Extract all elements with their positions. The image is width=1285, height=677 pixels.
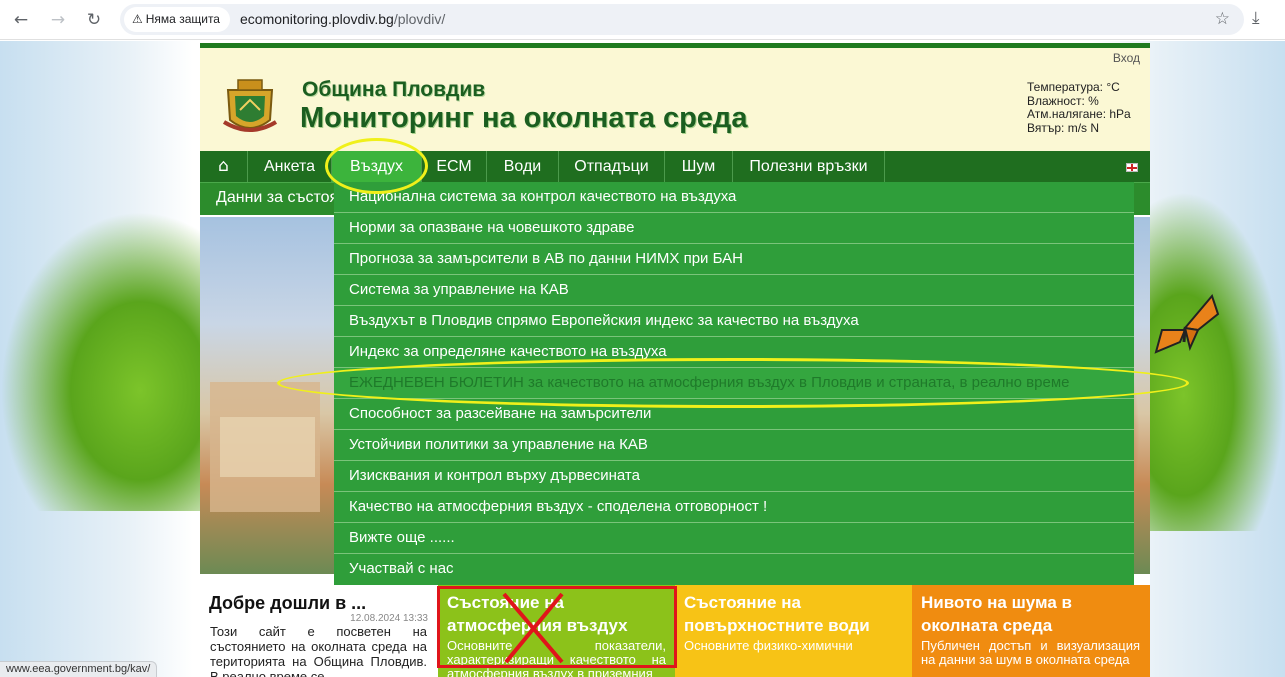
bookmark-star-icon[interactable]: ☆	[1215, 4, 1230, 35]
weather-wind: Вятър: m/s N	[1027, 120, 1100, 135]
reload-icon[interactable]: ↻	[82, 8, 106, 32]
tile-water-text: Основните физико-химични	[684, 638, 853, 653]
tile-surface-water[interactable]: Състояние на повърхностните води Основни…	[675, 585, 912, 677]
download-icon[interactable]: ⤓	[1252, 8, 1260, 28]
grass-decoration-left	[0, 211, 200, 511]
grass-decoration-right	[1140, 191, 1285, 531]
back-icon[interactable]: ←	[9, 8, 33, 32]
annotation-ellipse-nav	[325, 138, 428, 194]
dropdown-item[interactable]: Вижте още ......	[334, 523, 1134, 554]
dropdown-item[interactable]: Норми за опазване на човешкото здраве	[334, 213, 1134, 244]
security-label: Няма защита	[145, 12, 220, 26]
login-link[interactable]: Вход	[1113, 51, 1140, 65]
dropdown-item[interactable]: Въздухът в Пловдив спрямо Европейския ин…	[334, 306, 1134, 337]
address-bar[interactable]: ⚠ Няма защита ecomonitoring.plovdiv.bg/pl…	[120, 4, 1244, 35]
url-host: ecomonitoring.plovdiv.bg	[240, 11, 394, 27]
language-flag-icon[interactable]	[1126, 163, 1138, 172]
home-icon: ⌂	[218, 156, 229, 176]
dropdown-item[interactable]: Качество на атмосферния въздух - споделе…	[334, 492, 1134, 523]
forward-icon[interactable]: →	[46, 8, 70, 32]
annotation-cross-icon	[502, 592, 564, 664]
tile-noise-text: Публичен достъп и визуализация на данни …	[921, 638, 1140, 667]
city-crest-logo[interactable]	[220, 76, 280, 138]
weather-humidity: Влажност: %	[1027, 93, 1099, 108]
banner-building-facade	[220, 417, 315, 477]
nav-item-esm[interactable]: ЕСМ	[422, 151, 487, 182]
tile-water-title: Състояние на повърхностните води	[684, 593, 870, 635]
dropdown-item[interactable]: Участвай с нас	[334, 554, 1134, 585]
nav-item-otpadaci[interactable]: Отпадъци	[559, 151, 665, 182]
dropdown-item[interactable]: Изисквания и контрол върху дървесината	[334, 461, 1134, 492]
weather-pressure: Атм.налягане: hPa	[1027, 107, 1131, 121]
nav-item-polezni-vrazki[interactable]: Полезни връзки	[733, 151, 885, 182]
weather-widget: Температура: °C Влажност: % Атм.налягане…	[1027, 80, 1131, 135]
welcome-text: Този сайт е посветен на състоянието на о…	[210, 624, 427, 677]
tile-noise-title: Нивото на шума в околната среда	[921, 593, 1072, 635]
dropdown-item[interactable]: Национална система за контрол качеството…	[334, 182, 1134, 213]
security-chip[interactable]: ⚠ Няма защита	[124, 7, 230, 32]
dropdown-item[interactable]: Устойчиви политики за управление на КАВ	[334, 430, 1134, 461]
nav-item-anketa[interactable]: Анкета	[248, 151, 332, 182]
site-title: Мониторинг на околната среда	[300, 102, 748, 134]
dropdown-item[interactable]: Система за управление на КАВ	[334, 275, 1134, 306]
nav-item-shum[interactable]: Шум	[665, 151, 733, 182]
weather-temperature: Температура: °C	[1027, 80, 1120, 94]
annotation-ellipse-bulletin	[277, 358, 1189, 408]
nav-home[interactable]: ⌂	[200, 151, 248, 182]
browser-toolbar: ← → ↻ ⚠ Няма защита ecomonitoring.plovdiv…	[0, 0, 1285, 40]
status-bar-url: www.eea.government.bg/kav/	[0, 661, 158, 677]
dropdown-item[interactable]: Прогноза за замърсители в АВ по данни НИ…	[334, 244, 1134, 275]
url-path: /plovdiv/	[393, 11, 446, 27]
nav-item-vodi[interactable]: Води	[487, 151, 559, 182]
butterfly-image	[1154, 293, 1220, 354]
welcome-date: 12.08.2024 13:33	[350, 613, 428, 624]
site-subtitle: Община Пловдив	[302, 78, 486, 101]
url-text[interactable]: ecomonitoring.plovdiv.bg/plovdiv/	[240, 4, 445, 35]
tile-noise-level[interactable]: Нивото на шума в околната среда Публичен…	[912, 585, 1150, 677]
welcome-title: Добре дошли в ...	[209, 593, 367, 613]
warning-icon: ⚠	[132, 12, 143, 26]
subbar-link[interactable]: Данни за състоя	[216, 183, 338, 213]
site-header: Вход Община Пловдив Мониторинг на околна…	[200, 48, 1150, 151]
welcome-block: Добре дошли в ... 12.08.2024 13:33 Този …	[200, 585, 438, 677]
